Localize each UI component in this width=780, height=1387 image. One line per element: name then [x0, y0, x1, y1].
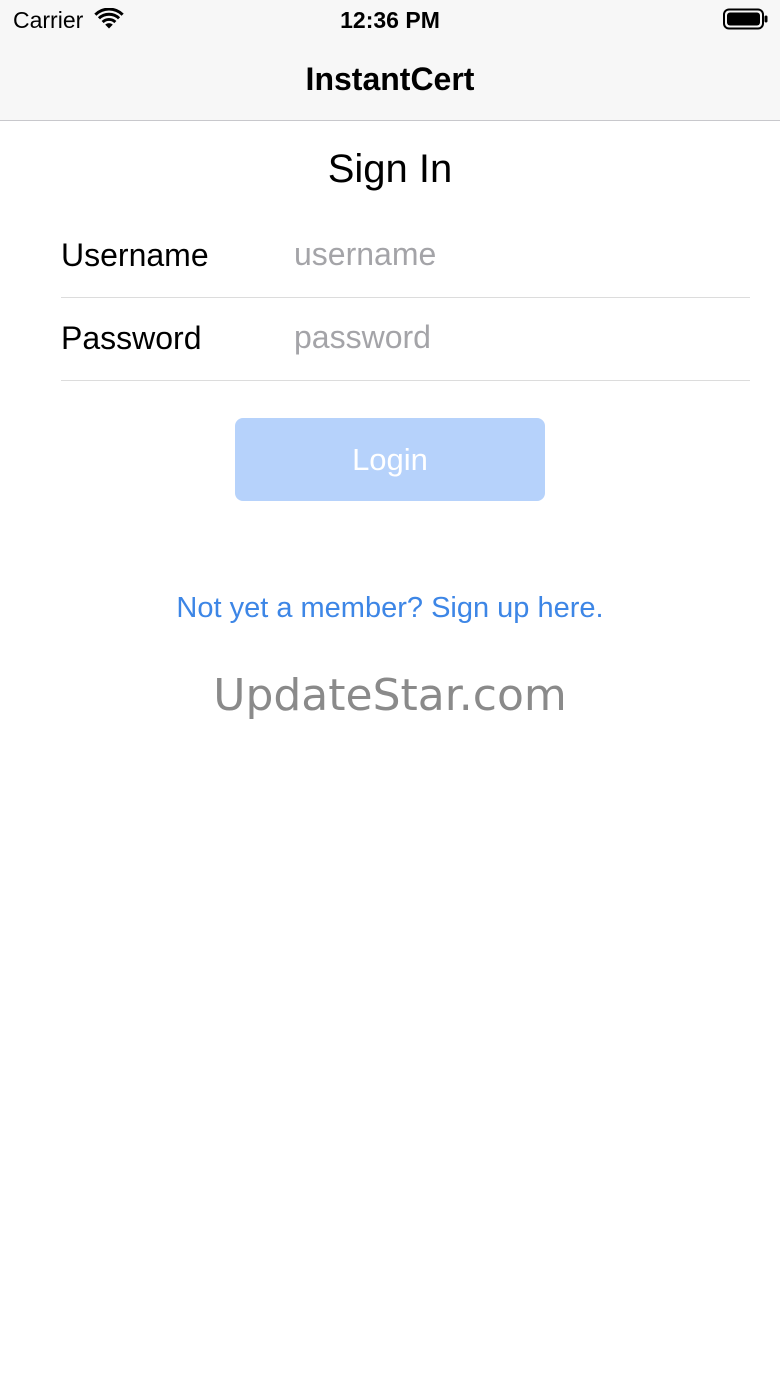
watermark-text: UpdateStar.com — [213, 670, 567, 721]
password-label: Password — [61, 320, 202, 356]
password-field[interactable] — [294, 314, 734, 360]
sign-in-screen: Carrier 12:36 PM InstantCert Sign In Use… — [0, 0, 780, 1387]
login-button[interactable]: Login — [235, 418, 545, 501]
username-row: Username — [61, 214, 750, 298]
username-field[interactable] — [294, 231, 734, 277]
signup-link[interactable]: Not yet a member? Sign up here. — [0, 590, 780, 626]
top-bar: Carrier 12:36 PM InstantCert — [0, 0, 780, 121]
status-time: 12:36 PM — [340, 7, 440, 33]
password-row: Password — [61, 297, 750, 381]
nav-title: InstantCert — [305, 61, 475, 97]
page-title: Sign In — [327, 147, 453, 191]
status-bar: Carrier 12:36 PM — [0, 0, 780, 40]
battery-icon — [723, 8, 769, 30]
username-label: Username — [61, 237, 209, 273]
